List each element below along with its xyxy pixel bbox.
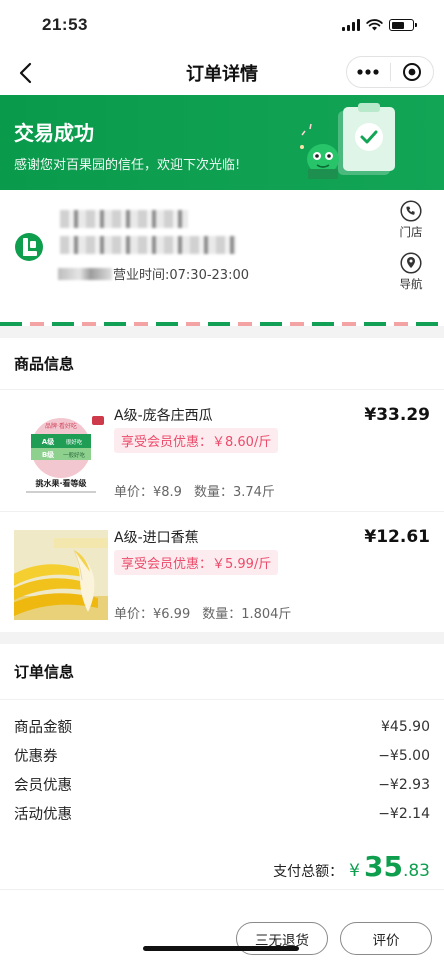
- store-button-label: 门店: [399, 225, 423, 239]
- total-currency: ¥: [349, 861, 360, 881]
- order-row-member-discount: 会员优惠 −¥2.93: [14, 770, 430, 799]
- unit-price: 单价：¥8.9: [114, 485, 182, 500]
- store-button[interactable]: 门店: [396, 200, 426, 240]
- image-grade-a: A级: [42, 437, 55, 446]
- banana-product-image: [14, 530, 108, 620]
- status-icons: [342, 19, 417, 31]
- quantity: 数量：1.804斤: [202, 607, 292, 622]
- order-row-value: −¥5.00: [378, 747, 430, 764]
- goods-meta: 单价：¥6.99 数量：1.804斤: [114, 603, 291, 622]
- image-grade-b-sub: 一般好吃: [63, 451, 86, 459]
- section-gap: [0, 326, 444, 338]
- image-grade-b: B级: [42, 450, 55, 459]
- phone-icon: [400, 200, 422, 222]
- order-row-value: −¥2.93: [378, 776, 430, 793]
- page-title: 订单详情: [186, 63, 258, 85]
- order-row-goods-amount: 商品金额 ¥45.90: [14, 712, 430, 741]
- store-hours-text: 营业时间:07:30-23:00: [113, 268, 249, 283]
- more-button[interactable]: [347, 57, 390, 87]
- goods-item[interactable]: 品牌·看好吃 A级 很好吃 B级 一般好吃 挑水果·看等级 A级-庞各庄西瓜 ¥…: [0, 390, 444, 511]
- goods-name: A级-庞各庄西瓜: [114, 408, 213, 424]
- goods-section-title: 商品信息: [0, 338, 444, 390]
- home-indicator[interactable]: [143, 946, 299, 951]
- store-hours-redacted: [58, 268, 112, 280]
- watermelon-product-image: 品牌·看好吃 A级 很好吃 B级 一般好吃 挑水果·看等级: [14, 412, 108, 498]
- order-amount-list: 商品金额 ¥45.90 优惠券 −¥5.00 会员优惠 −¥2.93 活动优惠 …: [0, 700, 444, 828]
- envelope-stripe-divider: [0, 322, 444, 326]
- image-footer-text: 挑水果·看等级: [35, 478, 87, 488]
- nav-bar: 订单详情: [0, 50, 444, 95]
- quantity: 数量：3.74斤: [193, 485, 275, 500]
- success-illustration-icon: [300, 103, 395, 179]
- navigate-button-label: 导航: [399, 277, 423, 291]
- member-discount-badge: 享受会员优惠：￥8.60/斤: [114, 428, 279, 453]
- order-row-label: 商品金额: [14, 720, 72, 736]
- store-card: 营业时间:07:30-23:00 门店 导航: [0, 190, 444, 326]
- order-row-label: 活动优惠: [14, 807, 72, 823]
- goods-name: A级-进口香蕉: [114, 530, 199, 546]
- success-banner: 交易成功 感谢您对百果园的信任，欢迎下次光临!: [0, 95, 444, 190]
- payment-total: 支付总额： ¥ 35 .83: [0, 828, 444, 890]
- store-address-redacted: [60, 236, 236, 254]
- store-logo-icon: [15, 233, 43, 261]
- unit-price: 单价：¥6.99: [114, 607, 191, 622]
- order-row-coupon: 优惠券 −¥5.00: [14, 741, 430, 770]
- review-button[interactable]: 评价: [340, 922, 432, 955]
- order-row-value: ¥45.90: [381, 718, 430, 735]
- member-discount-badge: 享受会员优惠：￥5.99/斤: [114, 550, 279, 575]
- mini-program-capsule: [346, 56, 434, 88]
- order-row-label: 会员优惠: [14, 778, 72, 794]
- status-time: 21:53: [42, 15, 88, 34]
- order-row-value: −¥2.14: [378, 805, 430, 822]
- store-hours: 营业时间:07:30-23:00: [58, 264, 249, 283]
- total-amount-decimal: .83: [402, 861, 430, 881]
- location-icon: [400, 252, 422, 274]
- order-section-title: 订单信息: [0, 644, 444, 700]
- navigate-button[interactable]: 导航: [396, 252, 426, 292]
- battery-icon: [389, 19, 417, 31]
- more-icon: [357, 69, 379, 75]
- goods-item[interactable]: A级-进口香蕉 ¥12.61 享受会员优惠：￥5.99/斤 单价：¥6.99 数量…: [0, 511, 444, 632]
- order-row-label: 优惠券: [14, 749, 58, 765]
- store-name-redacted: [60, 210, 188, 228]
- image-top-text: 品牌·看好吃: [45, 422, 77, 430]
- cellular-signal-icon: [342, 19, 360, 31]
- goods-meta: 单价：¥8.9 数量：3.74斤: [114, 481, 275, 500]
- image-grade-a-sub: 很好吃: [66, 438, 83, 446]
- capsule-close-button[interactable]: [391, 57, 434, 87]
- total-label: 支付总额：: [273, 864, 344, 880]
- goods-price: ¥12.61: [364, 527, 430, 547]
- order-row-activity-discount: 活动优惠 −¥2.14: [14, 799, 430, 828]
- total-amount-integer: 35: [363, 850, 403, 883]
- capsule-close-icon: [402, 63, 421, 81]
- wifi-icon: [366, 19, 383, 31]
- section-gap: [0, 632, 444, 644]
- goods-price: ¥33.29: [364, 405, 430, 425]
- status-bar: 21:53: [0, 0, 444, 50]
- back-icon[interactable]: [14, 60, 40, 86]
